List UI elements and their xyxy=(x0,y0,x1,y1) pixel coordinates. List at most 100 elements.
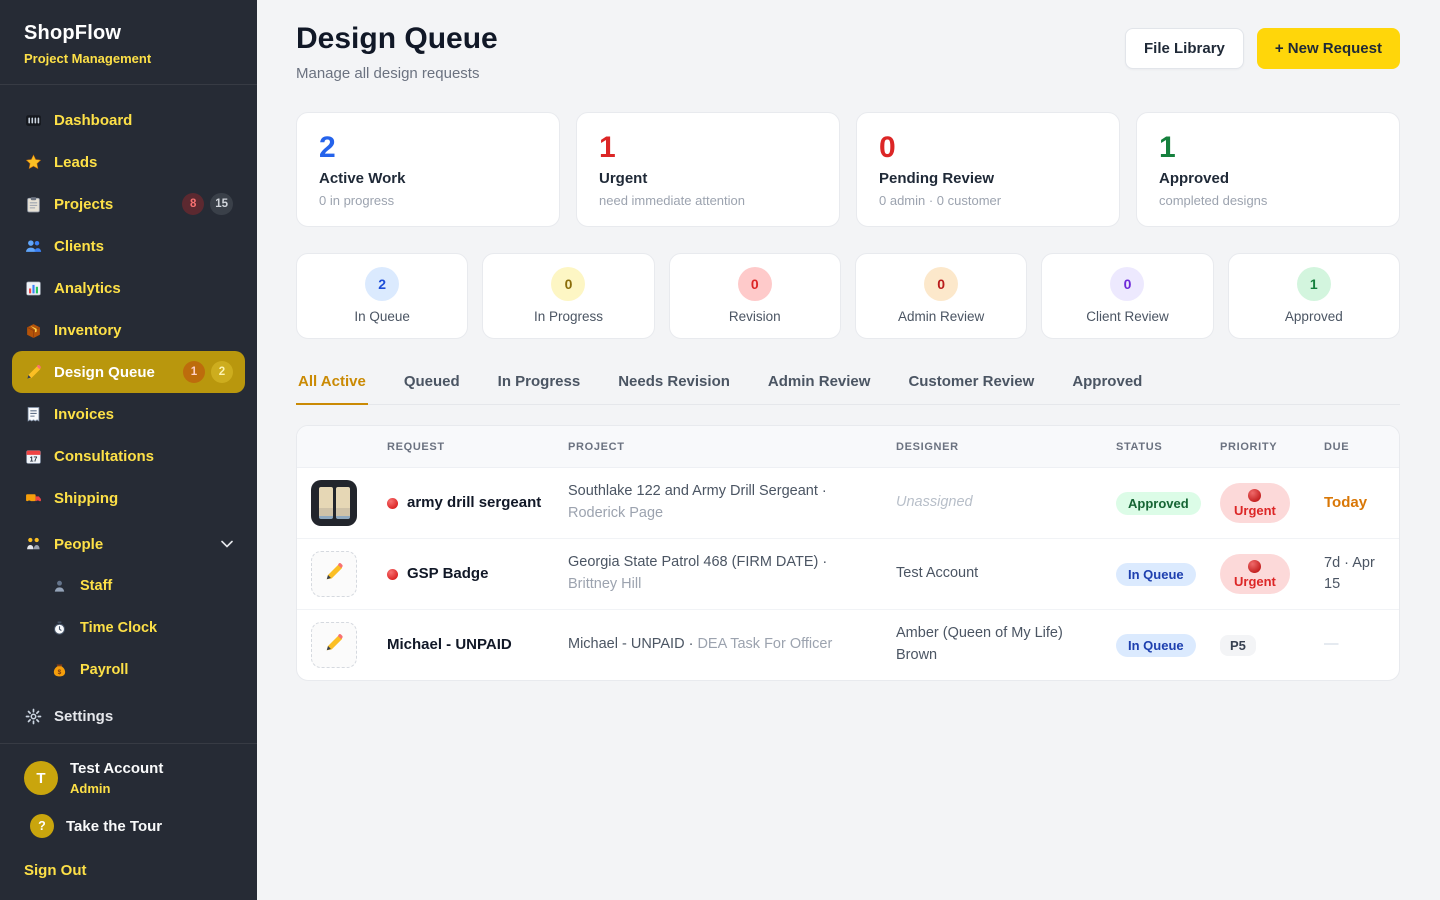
tab-in-progress[interactable]: In Progress xyxy=(496,363,583,405)
request-name: Michael - UNPAID xyxy=(387,634,512,656)
stat-subtext: 0 in progress xyxy=(319,193,537,208)
requests-table: REQUESTPROJECTDESIGNERSTATUSPRIORITYDUE … xyxy=(296,425,1400,681)
sidebar-item-settings[interactable]: Settings xyxy=(12,695,245,737)
column-header-project: PROJECT xyxy=(568,441,896,453)
brand-block: ShopFlow Project Management xyxy=(0,0,257,85)
sidebar-item-invoices[interactable]: Invoices xyxy=(12,393,245,435)
tab-admin-review[interactable]: Admin Review xyxy=(766,363,873,405)
bar-chart-icon xyxy=(24,280,42,297)
designer-cell: Test Account xyxy=(896,563,1116,585)
stat-value: 2 xyxy=(319,131,537,164)
clock-icon xyxy=(50,621,68,636)
pill-card-client-review: 0Client Review xyxy=(1041,253,1213,339)
stat-label: Approved xyxy=(1159,170,1377,187)
project-cell: Michael - UNPAID · DEA Task For Officer xyxy=(568,634,896,656)
designer-cell: Amber (Queen of My Life) Brown xyxy=(896,623,1116,667)
tab-approved[interactable]: Approved xyxy=(1070,363,1144,405)
status-pill-cards-row: 2In Queue0In Progress0Revision0Admin Rev… xyxy=(296,253,1400,339)
sidebar-item-inventory[interactable]: Inventory xyxy=(12,309,245,351)
sidebar-item-label: Settings xyxy=(54,708,113,725)
stat-cards-row: 2 Active Work 0 in progress 1 Urgent need imm… xyxy=(296,112,1400,227)
due-cell: 7d · Apr 15 xyxy=(1324,553,1399,595)
sidebar-item-time-clock[interactable]: Time Clock xyxy=(12,607,245,649)
request-name: army drill sergeant xyxy=(407,492,541,514)
sidebar-item-label: Projects xyxy=(54,196,113,213)
project-separator: · xyxy=(685,636,698,652)
pill-label: In Queue xyxy=(305,309,459,324)
urgent-dot-icon xyxy=(387,498,398,509)
priority-urgent-badge: Urgent xyxy=(1220,554,1290,594)
couple-icon xyxy=(24,536,42,553)
red-circle-icon xyxy=(1248,489,1261,502)
pill-label: In Progress xyxy=(491,309,645,324)
tab-all-active[interactable]: All Active xyxy=(296,363,368,405)
project-separator: · xyxy=(818,483,827,499)
sidebar-item-clients[interactable]: Clients xyxy=(12,225,245,267)
priority-cell: P5 xyxy=(1220,635,1324,656)
stat-card-pending-review: 0Pending Review0 admin · 0 customer xyxy=(856,112,1120,227)
tab-queued[interactable]: Queued xyxy=(402,363,462,405)
column-header-status: STATUS xyxy=(1116,441,1220,453)
file-library-button[interactable]: File Library xyxy=(1125,28,1244,69)
sidebar-item-design-queue[interactable]: Design Queue12 xyxy=(12,351,245,393)
thumbnail-cell xyxy=(297,551,387,597)
new-request-button[interactable]: + New Request xyxy=(1257,28,1400,69)
stat-label: Active Work xyxy=(319,170,537,187)
pill-card-admin-review: 0Admin Review xyxy=(855,253,1027,339)
avatar: T xyxy=(24,761,58,795)
sidebar-item-leads[interactable]: Leads xyxy=(12,141,245,183)
status-cell: In Queue xyxy=(1116,634,1220,657)
people-icon xyxy=(24,238,42,255)
sidebar-item-label: Inventory xyxy=(54,322,122,339)
user-menu[interactable]: T Test Account Admin xyxy=(24,760,233,796)
sidebar-item-consultations[interactable]: 17Consultations xyxy=(12,435,245,477)
sidebar-item-payroll[interactable]: $Payroll xyxy=(12,649,245,691)
priority-cell: Urgent xyxy=(1220,554,1324,594)
request-cell: Michael - UNPAID xyxy=(387,634,568,656)
sidebar-item-dashboard[interactable]: Dashboard xyxy=(12,99,245,141)
status-badge: Approved xyxy=(1116,492,1201,515)
sidebar-item-analytics[interactable]: Analytics xyxy=(12,267,245,309)
app-sidebar: ShopFlow Project Management DashboardLea… xyxy=(0,0,257,900)
table-body: army drill sergeantSouthlake 122 and Arm… xyxy=(297,468,1399,680)
tab-customer-review[interactable]: Customer Review xyxy=(906,363,1036,405)
stat-subtext: need immediate attention xyxy=(599,193,817,208)
sidebar-item-projects[interactable]: Projects815 xyxy=(12,183,245,225)
question-icon: ? xyxy=(30,814,54,838)
take-the-tour-button[interactable]: ? Take the Tour xyxy=(24,814,233,838)
sidebar-item-people[interactable]: People xyxy=(12,523,245,565)
person-icon xyxy=(50,579,68,594)
sidebar-item-label: Clients xyxy=(54,238,104,255)
table-row[interactable]: army drill sergeantSouthlake 122 and Arm… xyxy=(297,468,1399,539)
brand-subtitle: Project Management xyxy=(24,51,233,66)
pill-card-in-queue: 2In Queue xyxy=(296,253,468,339)
main-content: Design Queue Manage all design requests … xyxy=(257,0,1440,900)
status-cell: Approved xyxy=(1116,492,1220,515)
take-the-tour-label: Take the Tour xyxy=(66,818,162,835)
tab-bar: All Active Queued In Progress Needs Revisio… xyxy=(296,363,1400,405)
count-badge: 15 xyxy=(210,193,233,215)
column-header-request: REQUEST xyxy=(387,441,568,453)
table-row[interactable]: GSP BadgeGeorgia State Patrol 468 (FIRM … xyxy=(297,539,1399,610)
project-cell: Georgia State Patrol 468 (FIRM DATE) · B… xyxy=(568,552,896,596)
dashboard-icon xyxy=(24,112,42,129)
sidebar-item-shipping[interactable]: Shipping xyxy=(12,477,245,519)
page-header: Design Queue Manage all design requests … xyxy=(296,22,1400,82)
project-name: Michael - UNPAID xyxy=(568,636,685,652)
column-header-due: DUE xyxy=(1324,441,1399,453)
stat-value: 1 xyxy=(599,131,817,164)
column-header-priority: PRIORITY xyxy=(1220,441,1324,453)
pill-label: Admin Review xyxy=(864,309,1018,324)
stat-label: Urgent xyxy=(599,170,817,187)
request-cell: army drill sergeant xyxy=(387,492,568,514)
tab-needs-revision[interactable]: Needs Revision xyxy=(616,363,732,405)
status-badge: In Queue xyxy=(1116,634,1196,657)
sidebar-item-staff[interactable]: Staff xyxy=(12,565,245,607)
thumbnail-patch xyxy=(336,487,350,519)
stat-subtext: completed designs xyxy=(1159,193,1377,208)
pencil-icon xyxy=(24,364,42,381)
table-row[interactable]: Michael - UNPAIDMichael - UNPAID · DEA T… xyxy=(297,610,1399,680)
table-header-row: REQUESTPROJECTDESIGNERSTATUSPRIORITYDUE xyxy=(297,426,1399,468)
clipboard-icon xyxy=(24,196,42,213)
sign-out-link[interactable]: Sign Out xyxy=(24,862,87,879)
